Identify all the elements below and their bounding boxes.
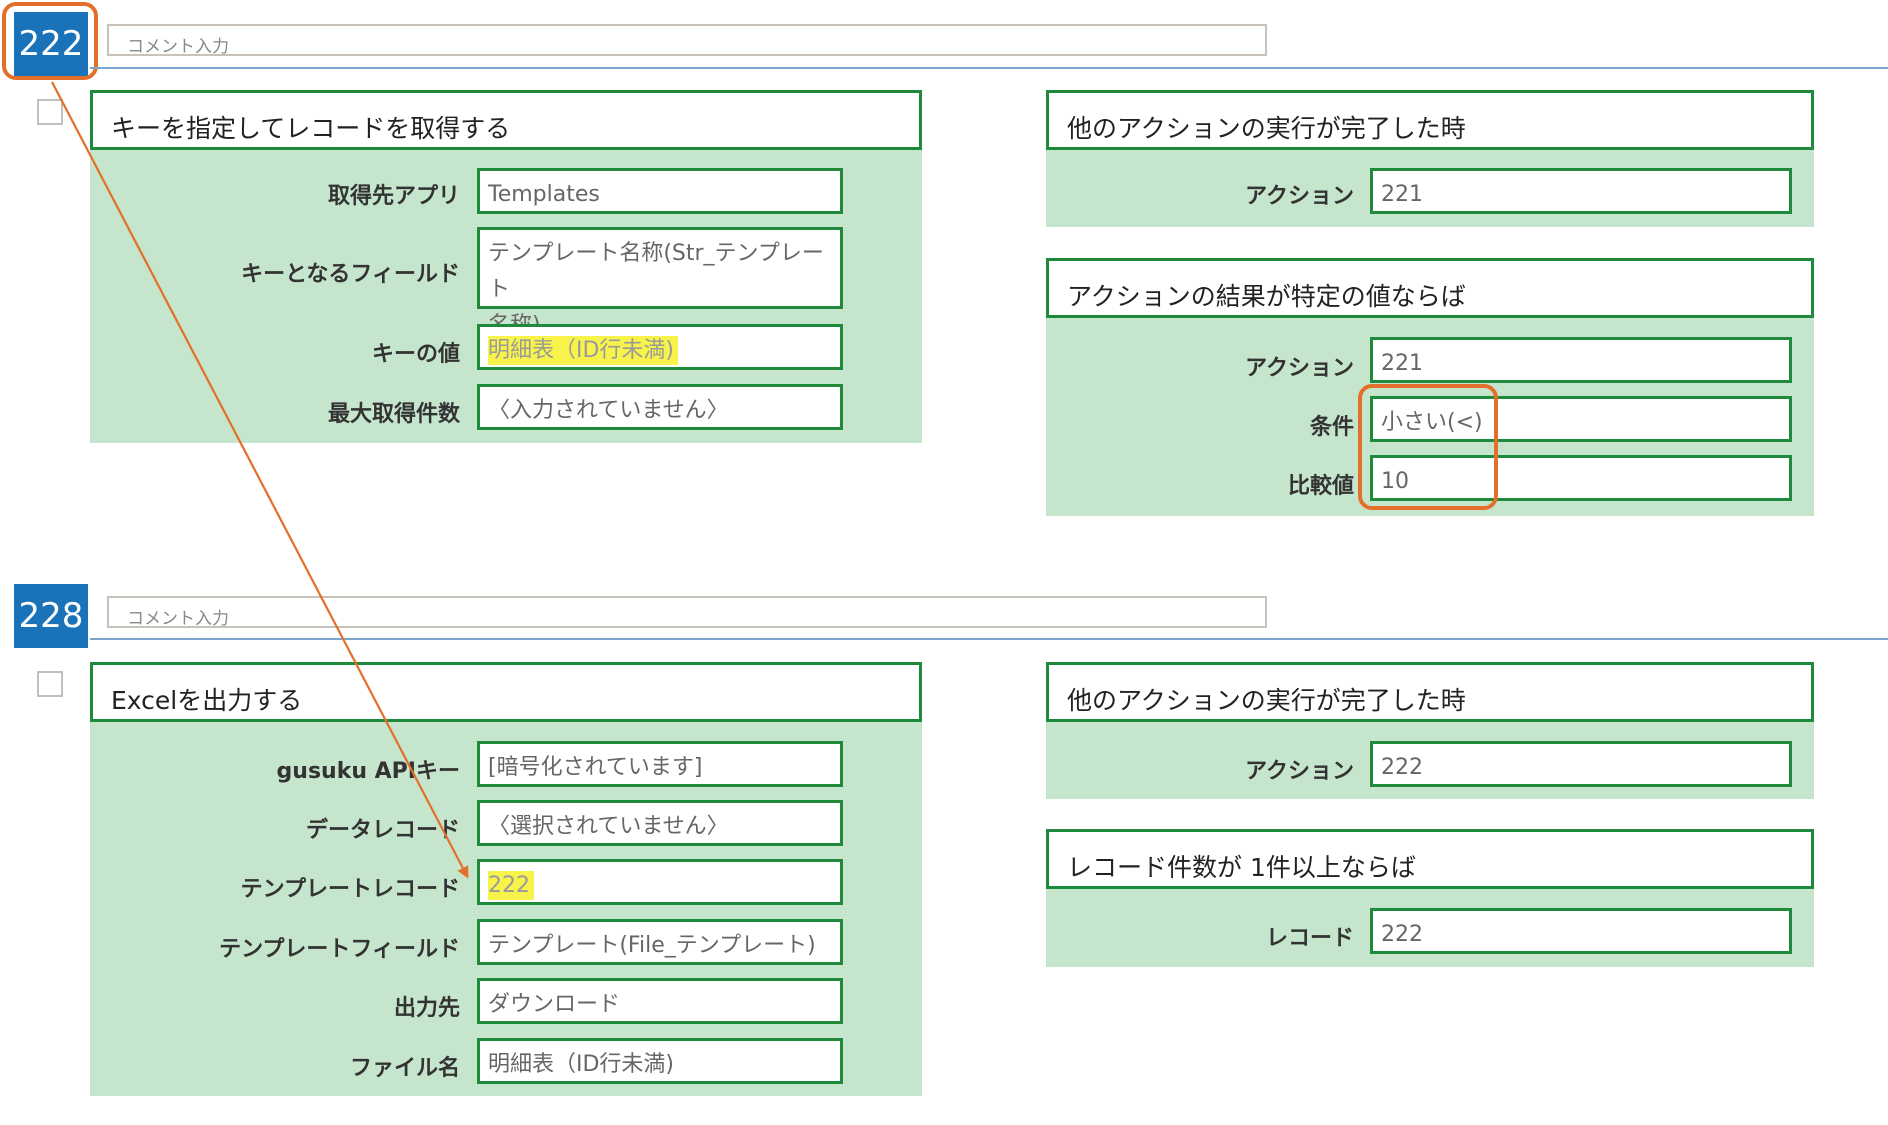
annotation-arrow <box>51 81 469 879</box>
